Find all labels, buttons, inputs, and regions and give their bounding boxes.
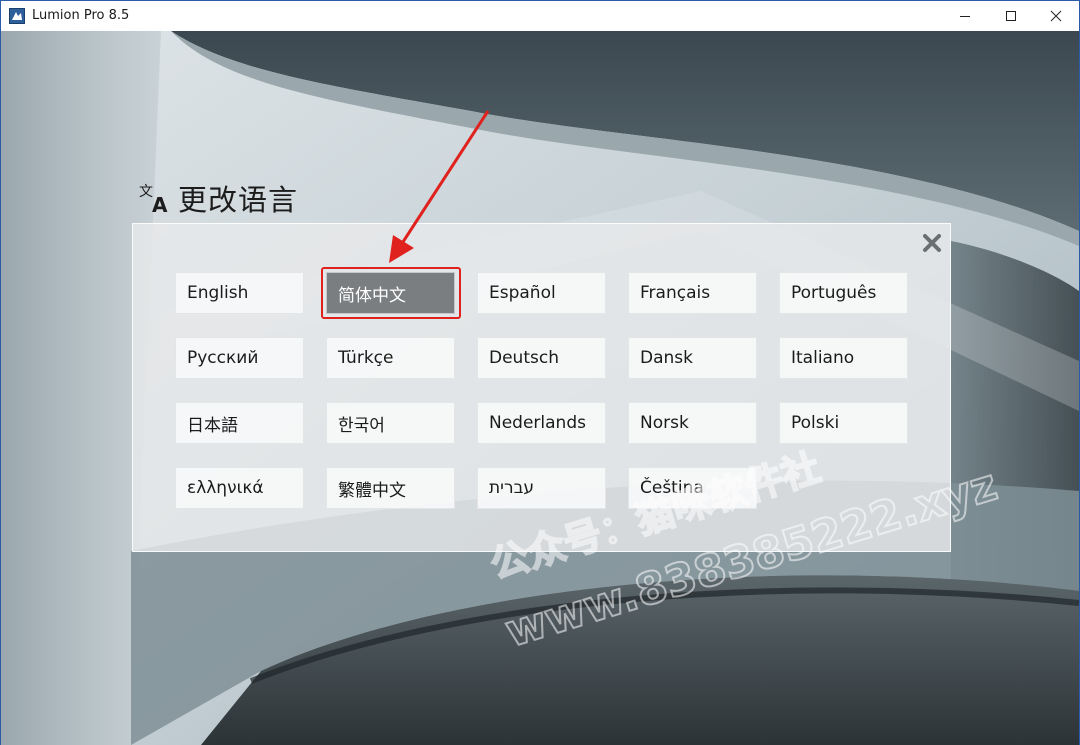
language-simplified-chinese-button[interactable]: 简体中文 xyxy=(326,272,455,314)
language-dialog: English 简体中文 Español Français Português … xyxy=(132,223,951,552)
close-icon xyxy=(923,234,941,252)
language-label: Español xyxy=(489,283,556,303)
language-italian-button[interactable]: Italiano xyxy=(779,337,908,379)
language-english-button[interactable]: English xyxy=(175,272,304,314)
app-window: Lumion Pro 8.5 文 A 更改语言 English 简体中文 Esp… xyxy=(0,0,1080,745)
language-polish-button[interactable]: Polski xyxy=(779,402,908,444)
maximize-icon xyxy=(1006,11,1016,21)
page-title: 更改语言 xyxy=(178,183,299,217)
change-language-heading: 文 A 更改语言 xyxy=(138,177,298,219)
language-japanese-button[interactable]: 日本語 xyxy=(175,402,304,444)
maximize-button[interactable] xyxy=(988,1,1034,31)
language-russian-button[interactable]: Русский xyxy=(175,337,304,379)
minimize-button[interactable] xyxy=(942,1,988,31)
translate-icon: 文 A xyxy=(139,184,168,215)
svg-text:文: 文 xyxy=(139,184,153,200)
language-greek-button[interactable]: ελληνικά xyxy=(175,467,304,509)
language-label: Nederlands xyxy=(489,413,586,433)
language-german-button[interactable]: Deutsch xyxy=(477,337,606,379)
language-label: Português xyxy=(791,283,877,303)
language-turkish-button[interactable]: Türkçe xyxy=(326,337,455,379)
svg-text:A: A xyxy=(152,193,168,215)
language-label: 简体中文 xyxy=(338,285,406,306)
close-icon xyxy=(1050,10,1062,22)
minimize-icon xyxy=(960,16,970,17)
language-label: Norsk xyxy=(640,413,689,433)
title-bar[interactable]: Lumion Pro 8.5 xyxy=(1,1,1079,31)
language-label: Türkçe xyxy=(338,348,394,368)
language-norwegian-button[interactable]: Norsk xyxy=(628,402,757,444)
language-portuguese-button[interactable]: Português xyxy=(779,272,908,314)
language-czech-button[interactable]: Čeština xyxy=(628,467,757,509)
language-french-button[interactable]: Français xyxy=(628,272,757,314)
language-korean-button[interactable]: 한국어 xyxy=(326,402,455,444)
language-dutch-button[interactable]: Nederlands xyxy=(477,402,606,444)
lumion-app-icon xyxy=(9,8,25,24)
language-label: Dansk xyxy=(640,348,693,368)
language-label: English xyxy=(187,283,249,303)
language-label: 한국어 xyxy=(338,415,385,436)
language-label: Polski xyxy=(791,413,840,433)
dialog-close-button[interactable] xyxy=(921,232,943,254)
close-window-button[interactable] xyxy=(1033,1,1079,31)
language-label: Italiano xyxy=(791,348,855,368)
language-label: Čeština xyxy=(640,478,704,498)
language-traditional-chinese-button[interactable]: 繁體中文 xyxy=(326,467,455,509)
language-label: עברית xyxy=(489,478,535,498)
language-label: Русский xyxy=(187,348,259,368)
language-hebrew-button[interactable]: עברית xyxy=(477,467,606,509)
language-label: Deutsch xyxy=(489,348,559,368)
language-spanish-button[interactable]: Español xyxy=(477,272,606,314)
window-title: Lumion Pro 8.5 xyxy=(32,8,130,23)
language-label: Français xyxy=(640,283,711,303)
language-danish-button[interactable]: Dansk xyxy=(628,337,757,379)
language-label: 繁體中文 xyxy=(338,480,406,501)
language-label: 日本語 xyxy=(187,415,238,436)
language-label: ελληνικά xyxy=(187,478,264,498)
